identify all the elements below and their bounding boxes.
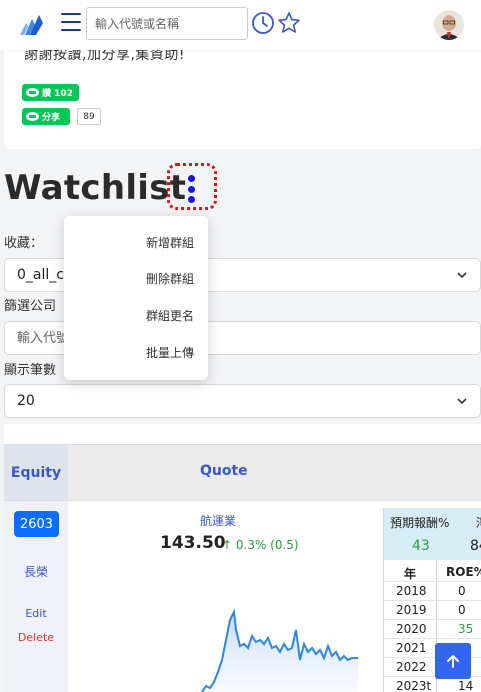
roe-value: 14 bbox=[458, 679, 474, 692]
roe-header: 年 ROE% bbox=[384, 563, 481, 581]
delete-link[interactable]: Delete bbox=[4, 631, 68, 644]
menu-item-rename-group[interactable]: 群組更名 bbox=[146, 307, 194, 324]
roe-year: 2018 bbox=[396, 584, 427, 598]
line-icon bbox=[26, 88, 39, 97]
menu-item-delete-group[interactable]: 刪除群組 bbox=[146, 270, 194, 287]
filter-label: 篩選公司 bbox=[4, 299, 57, 314]
roe-row: 2019 0 bbox=[384, 600, 481, 619]
arrow-up-icon bbox=[447, 655, 459, 668]
roe-year: 2021 bbox=[396, 641, 427, 655]
stock-name-link[interactable]: 長榮 bbox=[4, 563, 68, 580]
roe-value: 35 bbox=[458, 622, 474, 636]
avatar[interactable] bbox=[434, 10, 464, 40]
page-title: Watchlist bbox=[4, 168, 187, 208]
price-sparkline bbox=[201, 608, 358, 692]
share-count: 89 bbox=[77, 108, 101, 125]
site-logo[interactable] bbox=[18, 13, 44, 35]
stock-code-button[interactable]: 2603 bbox=[14, 511, 59, 537]
count-label: 顯示筆數 bbox=[4, 363, 57, 378]
edit-link[interactable]: Edit bbox=[4, 607, 68, 620]
roe-year: 2023t bbox=[396, 679, 432, 692]
stats-header: 預期報酬% 淨 43 84 bbox=[384, 508, 481, 560]
search-input[interactable] bbox=[86, 7, 248, 40]
roe-year: 2019 bbox=[396, 603, 427, 617]
roe-year: 2020 bbox=[396, 622, 427, 636]
roe-year: 2022 bbox=[396, 660, 427, 674]
price-change: ↑ 0.3% (0.5) bbox=[222, 538, 299, 552]
hamburger-icon[interactable] bbox=[61, 13, 81, 31]
page: 謝謝按讚,加分享,集資助! 讚 102 分享 89 Watchlist 收藏： … bbox=[0, 0, 481, 692]
second-metric-value: 84 bbox=[470, 538, 481, 554]
expected-return-value: 43 bbox=[412, 538, 430, 554]
year-header: 年 bbox=[404, 567, 417, 581]
collection-label: 收藏： bbox=[4, 236, 44, 251]
header-quote: Quote bbox=[200, 463, 248, 479]
equity-cell: 2603 長榮 Edit Delete bbox=[4, 501, 68, 692]
roe-value: 0 bbox=[458, 584, 466, 598]
second-metric-label: 淨 bbox=[476, 514, 481, 531]
line-like-button[interactable]: 讚 102 bbox=[22, 84, 79, 101]
watchlist-dropdown-menu: 新增群組 刪除群組 群組更名 批量上傳 bbox=[64, 216, 208, 380]
table-header: Equity Quote bbox=[4, 444, 481, 501]
industry-link[interactable]: 航運業 bbox=[200, 512, 236, 529]
count-value: 20 bbox=[17, 393, 35, 409]
top-navbar bbox=[0, 0, 481, 50]
back-to-top-button[interactable] bbox=[435, 643, 471, 679]
star-icon[interactable] bbox=[277, 11, 301, 35]
menu-item-bulk-upload[interactable]: 批量上傳 bbox=[146, 344, 194, 361]
share-label: 分享 bbox=[42, 113, 61, 123]
header-equity: Equity bbox=[4, 445, 68, 500]
roe-row: 2018 0 bbox=[384, 581, 481, 600]
chevron-down-icon bbox=[457, 398, 467, 405]
chevron-down-icon bbox=[457, 272, 467, 279]
like-label: 讚 102 bbox=[42, 89, 73, 99]
expected-return-label: 預期報酬% bbox=[390, 516, 450, 530]
message-card: 謝謝按讚,加分享,集資助! 讚 102 分享 89 bbox=[4, 47, 481, 149]
history-icon[interactable] bbox=[251, 11, 275, 35]
stock-price: 143.50 bbox=[160, 533, 226, 553]
roe-header-label: ROE% bbox=[446, 565, 481, 579]
kebab-menu-icon[interactable] bbox=[184, 172, 198, 206]
roe-row: 2020 35 bbox=[384, 619, 481, 638]
count-select[interactable]: 20 bbox=[4, 384, 481, 418]
menu-item-add-group[interactable]: 新增群組 bbox=[146, 234, 194, 251]
roe-value: 0 bbox=[458, 603, 466, 617]
line-icon bbox=[26, 112, 39, 121]
line-share-button[interactable]: 分享 bbox=[22, 108, 70, 125]
